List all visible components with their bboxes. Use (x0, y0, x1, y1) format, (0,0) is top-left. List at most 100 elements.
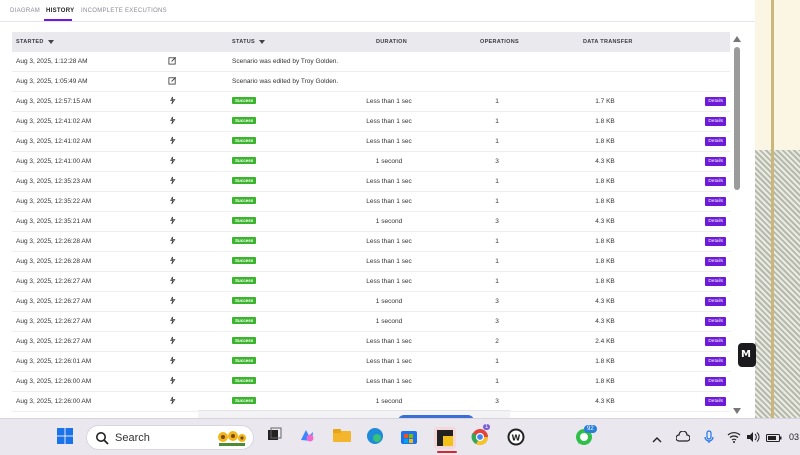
table-row[interactable]: Aug 3, 2025, 12:26:28 AM Success Less than… (12, 232, 730, 252)
status-message: Scenario was edited by Troy Golden. (232, 78, 339, 85)
table-row[interactable]: Aug 3, 2025, 12:26:27 AM Success Less than… (12, 272, 730, 292)
volume-icon[interactable] (746, 430, 768, 452)
filter-icon[interactable] (258, 39, 265, 44)
started-time: Aug 3, 2025, 1:12:28 AM (16, 58, 88, 65)
header-duration: DURATION (376, 39, 408, 45)
details-button[interactable]: Details (705, 97, 726, 106)
run-icon (168, 256, 177, 265)
details-button[interactable]: Details (705, 237, 726, 246)
details-cell: Details (705, 237, 726, 246)
svg-text:W: W (512, 434, 521, 443)
tab-incomplete-executions[interactable]: INCOMPLETE EXECUTIONS (81, 8, 167, 14)
details-button[interactable]: Details (705, 377, 726, 386)
status-cell: Success (232, 297, 257, 305)
status-badge: Success (232, 377, 257, 384)
status-badge: Success (232, 277, 257, 284)
table-row[interactable]: Aug 3, 2025, 12:57:15 AM Success Less than… (12, 92, 730, 112)
side-widget-button[interactable]: M (738, 343, 756, 367)
status-badge: Success (232, 97, 257, 104)
table-row[interactable]: Aug 3, 2025, 12:26:01 AM Success Less than… (12, 352, 730, 372)
chrome-browser-icon[interactable] (470, 427, 492, 449)
details-button[interactable]: Details (705, 297, 726, 306)
table-row[interactable]: Aug 3, 2025, 12:26:00 AM Success Less than… (12, 372, 730, 392)
table-row[interactable]: Aug 3, 2025, 12:26:27 AM Success 1 second 3… (12, 292, 730, 312)
microsoft-store-icon[interactable] (400, 427, 422, 449)
scroll-thumb[interactable] (734, 47, 740, 190)
header-status-label: STATUS (232, 39, 255, 45)
wordpress-app-icon[interactable]: W (506, 427, 528, 449)
search-icon (96, 432, 109, 445)
details-button[interactable]: Details (705, 157, 726, 166)
table-row[interactable]: Aug 3, 2025, 12:41:02 AM Success Less than… (12, 112, 730, 132)
details-button[interactable]: Details (705, 277, 726, 286)
details-cell: Details (705, 317, 726, 326)
cloud-sync-icon[interactable] (675, 430, 698, 452)
show-hidden-icons-icon[interactable] (652, 431, 674, 453)
file-explorer-icon[interactable] (332, 427, 354, 449)
table-row[interactable]: Aug 3, 2025, 12:35:23 AM Success Less than… (12, 172, 730, 192)
operations-cell: 1 (495, 178, 499, 185)
started-time: Aug 3, 2025, 12:26:00 AM (16, 398, 92, 405)
started-time: Aug 3, 2025, 12:41:00 AM (16, 158, 92, 165)
table-header: STARTED STATUS DURATION OPERATIONS DATA … (12, 32, 730, 52)
history-table: STARTED STATUS DURATION OPERATIONS DATA … (12, 32, 730, 412)
details-button[interactable]: Details (705, 337, 726, 346)
copilot-icon[interactable] (298, 427, 320, 449)
data-transfer-cell: 4.3 KB (595, 218, 615, 225)
windows-logo-icon (57, 428, 73, 444)
table-row[interactable]: Aug 3, 2025, 12:41:00 AM Success 1 second 3… (12, 152, 730, 172)
task-view-icon[interactable] (266, 427, 288, 449)
details-cell: Details (705, 357, 726, 366)
table-row[interactable]: Aug 3, 2025, 12:26:00 AM Success 1 second 3… (12, 392, 730, 412)
table-row[interactable]: Aug 3, 2025, 12:26:27 AM Success 1 second 3… (12, 312, 730, 332)
details-button[interactable]: Details (705, 217, 726, 226)
edge-browser-icon[interactable] (366, 427, 388, 449)
filter-icon[interactable] (47, 39, 54, 44)
status-cell: Success (232, 217, 257, 225)
data-transfer-cell: 1.8 KB (595, 238, 615, 245)
microphone-icon[interactable] (704, 430, 726, 452)
battery-icon[interactable] (766, 430, 788, 452)
details-button[interactable]: Details (705, 257, 726, 266)
data-transfer-cell: 4.3 KB (595, 398, 615, 405)
duration-cell: 1 second (375, 298, 403, 305)
run-icon (168, 136, 177, 145)
tab-history[interactable]: HISTORY (46, 8, 74, 14)
taskbar-search[interactable]: Search (86, 425, 254, 450)
edit-icon (168, 56, 177, 65)
table-row[interactable]: Aug 3, 2025, 1:12:28 AM Scenario was edit… (12, 52, 730, 72)
status-badge: Success (232, 337, 257, 344)
table-row[interactable]: Aug 3, 2025, 12:26:28 AM Success Less than… (12, 252, 730, 272)
status-badge: Success (232, 317, 257, 324)
data-transfer-cell: 1.8 KB (595, 358, 615, 365)
duration-cell: Less than 1 sec (366, 198, 412, 205)
table-row[interactable]: Aug 3, 2025, 12:41:02 AM Success Less than… (12, 132, 730, 152)
details-button[interactable]: Details (705, 117, 726, 126)
run-icon (168, 176, 177, 185)
table-row[interactable]: Aug 3, 2025, 12:35:21 AM Success 1 second 3… (12, 212, 730, 232)
sticky-app-icon[interactable] (434, 427, 456, 449)
details-cell: Details (705, 157, 726, 166)
table-row[interactable]: Aug 3, 2025, 1:05:49 AM Scenario was edit… (12, 72, 730, 92)
run-icon (168, 156, 177, 165)
active-app-indicator (437, 451, 457, 453)
operations-cell: 1 (495, 98, 499, 105)
details-button[interactable]: Details (705, 137, 726, 146)
operations-cell: 3 (495, 398, 499, 405)
details-button[interactable]: Details (705, 357, 726, 366)
tab-diagram[interactable]: DIAGRAM (10, 8, 40, 14)
status-badge: Success (232, 237, 257, 244)
details-button[interactable]: Details (705, 177, 726, 186)
started-time: Aug 3, 2025, 12:26:27 AM (16, 278, 92, 285)
table-row[interactable]: Aug 3, 2025, 12:26:27 AM Success Less than… (12, 332, 730, 352)
data-transfer-cell: 2.4 KB (595, 338, 615, 345)
table-row[interactable]: Aug 3, 2025, 12:35:22 AM Success Less than… (12, 192, 730, 212)
details-button[interactable]: Details (705, 317, 726, 326)
start-button[interactable] (56, 427, 78, 449)
status-cell: Success (232, 377, 257, 385)
details-button[interactable]: Details (705, 397, 726, 406)
details-button[interactable]: Details (705, 197, 726, 206)
scroll-down-arrow-icon[interactable] (733, 408, 741, 414)
whatsapp-notification-badge: 92 (584, 425, 597, 433)
scroll-up-arrow-icon[interactable] (733, 36, 741, 42)
